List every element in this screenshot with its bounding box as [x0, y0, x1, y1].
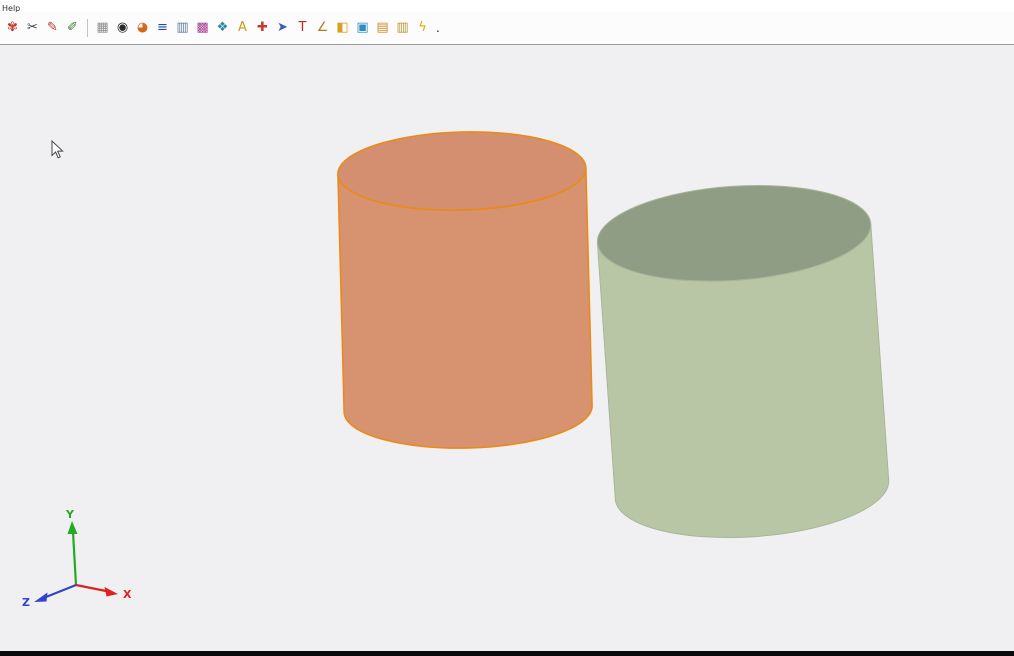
text-t-icon[interactable]: T: [293, 18, 312, 38]
application-window: Help ✾ ✂ ✎ ✐ ▦ ◉ ◕ ≡ ▥ ▩ ❖ A ✚ ➤ T ∠ ◧ ▣…: [0, 0, 1014, 656]
cylinder-right[interactable]: [594, 177, 892, 546]
texture-icon[interactable]: ▩: [193, 18, 212, 38]
image-grid-icon[interactable]: ▥: [173, 18, 192, 38]
palette-icon[interactable]: ◧: [333, 18, 352, 38]
folder-icon[interactable]: ▤: [373, 18, 392, 38]
window-bottom-edge: [0, 651, 1014, 656]
pen-green-icon[interactable]: ✐: [63, 18, 82, 38]
cube-icon[interactable]: ▣: [353, 18, 372, 38]
cylinder-left[interactable]: [337, 129, 593, 451]
eye-icon[interactable]: ◉: [113, 18, 132, 38]
sphere-icon[interactable]: ◕: [133, 18, 152, 38]
toolbar-separator: [87, 19, 88, 37]
toolbar: ✾ ✂ ✎ ✐ ▦ ◉ ◕ ≡ ▥ ▩ ❖ A ✚ ➤ T ∠ ◧ ▣ ▤ ▥ …: [0, 12, 1014, 43]
text-a-icon[interactable]: A: [233, 18, 252, 38]
pen-red-icon[interactable]: ✎: [43, 18, 62, 38]
marker-icon[interactable]: ➤: [273, 18, 292, 38]
archive-icon[interactable]: ▥: [393, 18, 412, 38]
axes-icon[interactable]: ✚: [253, 18, 272, 38]
toolbar-overflow[interactable]: .: [436, 21, 440, 35]
list-icon[interactable]: ≡: [153, 18, 172, 38]
pinwheel-icon[interactable]: ✾: [3, 18, 22, 38]
flash-icon[interactable]: ϟ: [413, 18, 432, 38]
menu-bar: Help: [0, 0, 1014, 12]
material-icon[interactable]: ❖: [213, 18, 232, 38]
angle-icon[interactable]: ∠: [313, 18, 332, 38]
mesh-box-icon[interactable]: ▦: [93, 18, 112, 38]
cut-icon[interactable]: ✂: [23, 18, 42, 38]
